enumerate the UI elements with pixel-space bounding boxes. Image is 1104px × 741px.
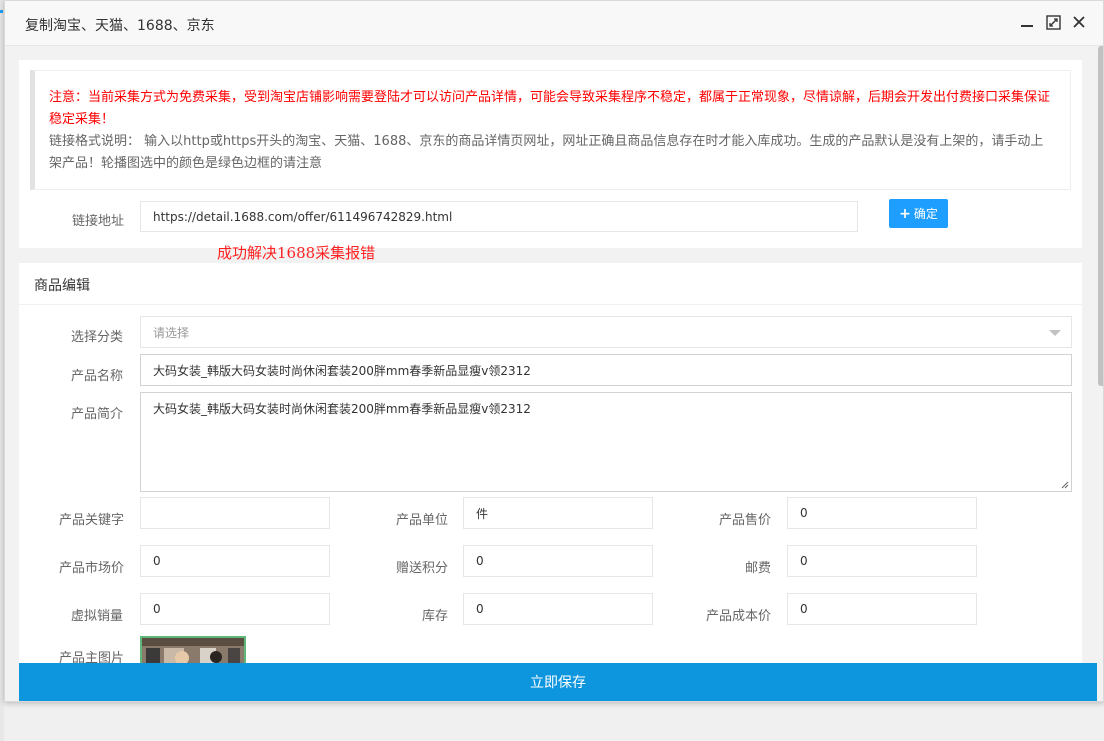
market-price-value: 0 [153,554,161,568]
virtual-sales-value: 0 [153,602,161,616]
link-input[interactable]: https://detail.1688.com/offer/6114967428… [140,201,858,232]
product-name-value: 大码女装_韩版大码女装时尚休闲套装200胖mm春季新品显瘦v领2312 [153,363,531,378]
category-placeholder: 请选择 [153,325,190,340]
unit-label: 产品单位 [396,513,449,528]
background-accent [0,10,3,13]
product-edit-card: 商品编辑 选择分类 请选择 产品名称 大码女装_韩版大码女装时尚休闲套装200胖… [19,263,1082,701]
success-annotation: 成功解决1688采集报错 [217,244,376,262]
points-input[interactable]: 0 [463,545,653,577]
stock-label: 库存 [422,609,449,624]
close-icon [1073,16,1085,28]
price-value: 0 [800,506,808,520]
link-label: 链接地址 [72,214,125,229]
confirm-button-label: 确定 [913,207,938,221]
product-intro-label: 产品简介 [71,407,124,422]
maximize-button[interactable] [1044,13,1062,31]
stock-input[interactable]: 0 [463,593,653,625]
unit-input[interactable]: 件 [463,497,653,529]
market-price-input[interactable]: 0 [140,545,330,577]
vertical-scrollbar[interactable] [1098,46,1103,701]
category-select[interactable]: 请选择 [140,316,1072,348]
notice-description: 链接格式说明： 输入以http或https开头的淘宝、天猫、1688、京东的商品… [49,134,1044,171]
close-button[interactable] [1070,13,1088,31]
save-button[interactable]: 立即保存 [19,663,1097,701]
dialog-title: 复制淘宝、天猫、1688、京东 [25,18,215,34]
product-intro-textarea[interactable]: 大码女装_韩版大码女装时尚休闲套装200胖mm春季新品显瘦v领2312 [140,392,1072,492]
confirm-button[interactable]: + 确定 [889,199,948,228]
cost-label: 产品成本价 [706,609,772,624]
category-label: 选择分类 [71,330,124,345]
scrollbar-thumb[interactable] [1098,46,1103,386]
cost-input[interactable]: 0 [787,593,977,625]
dialog-window: 复制淘宝、天猫、1688、京东 注意：当前采集方式为免费采集，受到淘宝店铺影响需… [4,0,1104,702]
product-intro-value: 大码女装_韩版大码女装时尚休闲套装200胖mm春季新品显瘦v领2312 [153,402,531,416]
market-price-label: 产品市场价 [59,561,125,576]
collect-link-card: 注意：当前采集方式为免费采集，受到淘宝店铺影响需要登陆才可以访问产品详情，可能会… [19,60,1082,248]
product-name-input[interactable]: 大码女装_韩版大码女装时尚休闲套装200胖mm春季新品显瘦v领2312 [140,354,1072,386]
resize-grip-icon[interactable] [1061,481,1069,489]
product-edit-title: 商品编辑 [34,278,90,294]
plus-icon: + [899,205,911,222]
unit-value: 件 [476,506,489,521]
stock-value: 0 [476,602,484,616]
virtual-sales-label: 虚拟销量 [71,609,124,624]
notice-box: 注意：当前采集方式为免费采集，受到淘宝店铺影响需要登陆才可以访问产品详情，可能会… [30,70,1071,190]
points-label: 赠送积分 [396,561,449,576]
chevron-down-icon [1049,330,1061,336]
notice-warning: 注意：当前采集方式为免费采集，受到淘宝店铺影响需要登陆才可以访问产品详情，可能会… [49,90,1051,127]
postage-value: 0 [800,554,808,568]
maximize-icon [1045,14,1061,30]
postage-input[interactable]: 0 [787,545,977,577]
minimize-icon [1021,25,1033,27]
keywords-input[interactable] [140,497,330,529]
dialog-titlebar: 复制淘宝、天猫、1688、京东 [5,1,1103,46]
product-edit-header: 商品编辑 [19,263,1082,305]
link-input-value: https://detail.1688.com/offer/6114967428… [153,209,453,224]
cost-value: 0 [800,602,808,616]
keywords-label: 产品关键字 [59,513,125,528]
product-name-label: 产品名称 [71,369,124,384]
price-input[interactable]: 0 [787,497,977,529]
minimize-button[interactable] [1018,13,1036,31]
postage-label: 邮费 [745,561,772,576]
virtual-sales-input[interactable]: 0 [140,593,330,625]
price-label: 产品售价 [719,513,772,528]
points-value: 0 [476,554,484,568]
